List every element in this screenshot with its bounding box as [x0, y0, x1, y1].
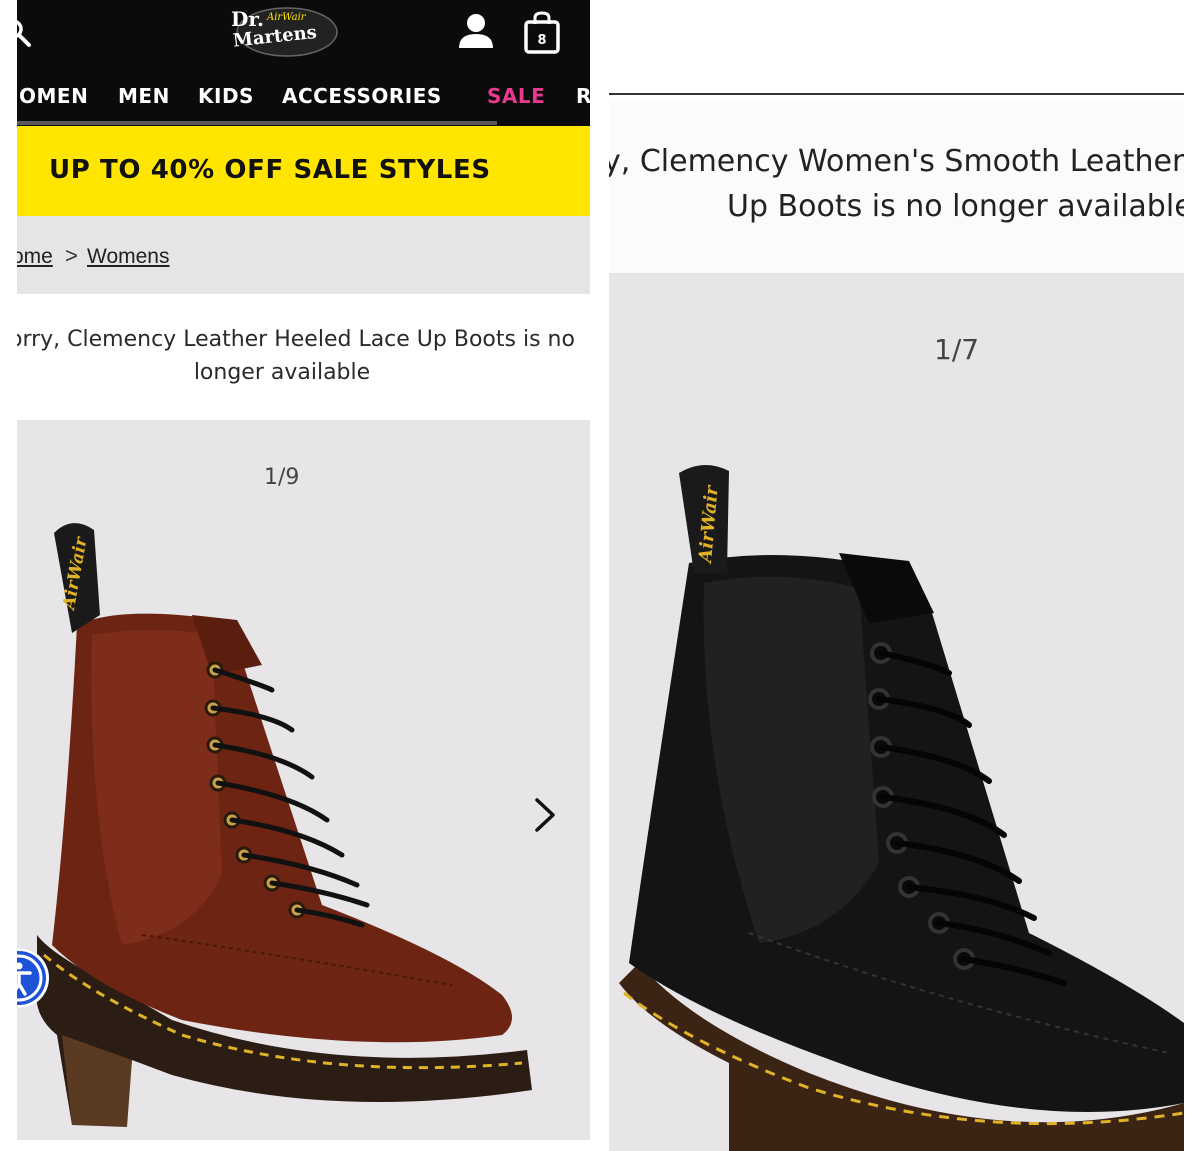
nav-more[interactable]: R: [576, 84, 590, 108]
unavailable-message-line1: y, Clemency Women's Smooth Leather: [609, 144, 1184, 179]
unavailable-message: orry, Clemency Leather Heeled Lace Up Bo…: [17, 294, 590, 420]
nav-kids[interactable]: KIDS: [198, 84, 254, 108]
breadcrumb-home[interactable]: ome: [17, 245, 53, 269]
bag-count: 8: [537, 33, 546, 48]
image-counter: 1/7: [934, 333, 980, 366]
breadcrumb-separator: >: [65, 243, 78, 268]
divider: [609, 93, 1184, 95]
left-screenshot: Dr. Martens AirWair 8 OMEN MEN KIDS ACCE…: [17, 0, 590, 1140]
nav-men[interactable]: MEN: [118, 84, 170, 108]
site-header: Dr. Martens AirWair 8 OMEN MEN KIDS ACCE…: [17, 0, 590, 126]
breadcrumb: ome > Womens: [17, 216, 590, 294]
shopping-bag-icon[interactable]: 8: [522, 10, 562, 54]
right-screenshot: y, Clemency Women's Smooth Leather Up Bo…: [609, 0, 1184, 1151]
brown-boot-image: AirWair: [36, 523, 533, 1127]
unavailable-message-line1: orry, Clemency Leather Heeled Lace Up Bo…: [17, 327, 575, 352]
nav-scroll-indicator: [17, 121, 497, 125]
product-image-gallery[interactable]: 1/7 AirWair: [609, 273, 1184, 1151]
image-counter: 1/9: [264, 465, 300, 490]
account-icon[interactable]: [457, 12, 495, 50]
nav-sale[interactable]: SALE: [487, 84, 545, 108]
search-icon[interactable]: [17, 18, 35, 48]
unavailable-message: y, Clemency Women's Smooth Leather Up Bo…: [609, 100, 1184, 273]
black-boot-image: AirWair: [619, 464, 1184, 1151]
product-image-gallery[interactable]: 1/9 AirWair: [17, 420, 590, 1140]
breadcrumb-womens[interactable]: Womens: [87, 245, 169, 269]
nav-accessories[interactable]: ACCESSORIES: [282, 84, 442, 108]
dr-martens-logo[interactable]: Dr. Martens AirWair: [227, 4, 339, 60]
accessibility-icon[interactable]: [17, 948, 49, 1008]
unavailable-message-line2: Up Boots is no longer available: [727, 189, 1184, 224]
nav-women[interactable]: OMEN: [19, 84, 88, 108]
promo-text: UP TO 40% OFF SALE STYLES: [49, 155, 491, 185]
logo-airwair-text: AirWair: [266, 12, 307, 23]
chevron-right-icon[interactable]: [531, 796, 561, 834]
unavailable-message-line2: longer available: [193, 360, 371, 385]
promo-banner[interactable]: UP TO 40% OFF SALE STYLES: [17, 126, 590, 216]
